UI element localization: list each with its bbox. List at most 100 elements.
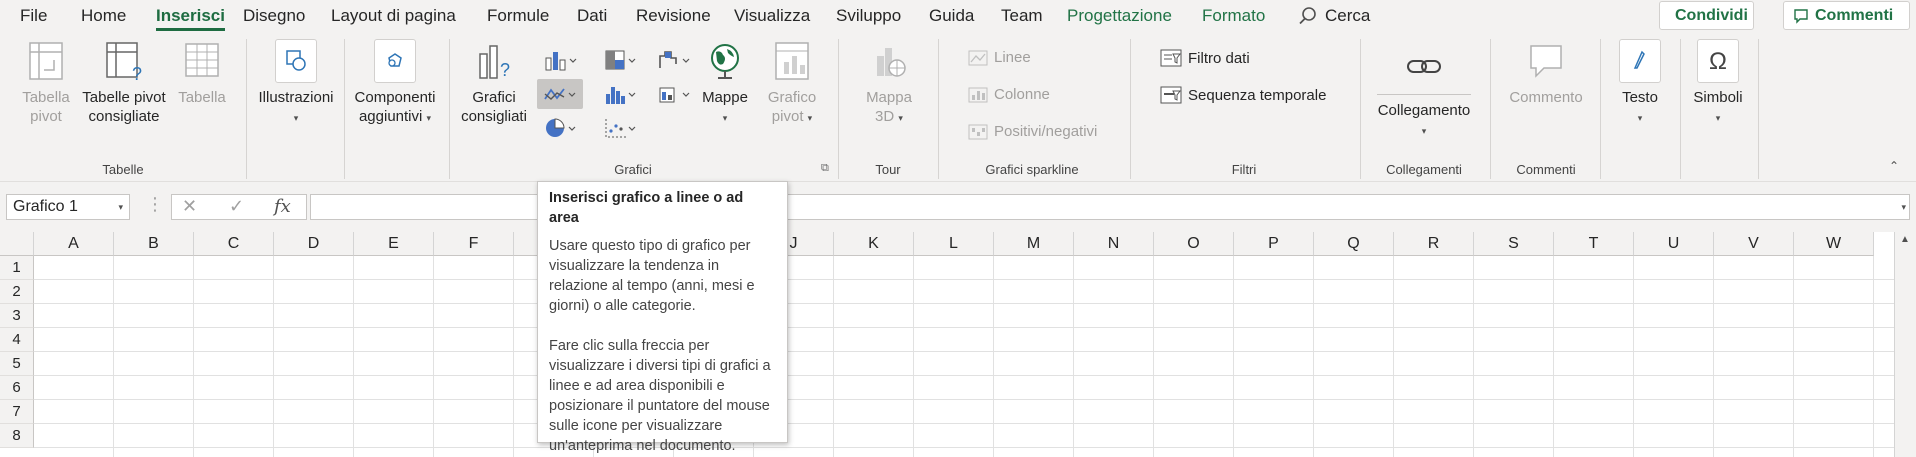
column-header-t[interactable]: T xyxy=(1554,232,1634,256)
tell-me-search[interactable]: Cerca xyxy=(1325,6,1370,26)
tab-inserisci[interactable]: Inserisci xyxy=(156,6,225,31)
select-all-corner[interactable] xyxy=(0,232,34,256)
illustrations-icon xyxy=(275,39,317,83)
tab-team[interactable]: Team xyxy=(1001,6,1043,26)
tab-sviluppo[interactable]: Sviluppo xyxy=(836,6,901,26)
column-header-w[interactable]: W xyxy=(1794,232,1874,256)
column-header-m[interactable]: M xyxy=(994,232,1074,256)
gridline-vertical xyxy=(513,256,514,457)
grafici-consigliati-button[interactable]: ? Grafici consigliati xyxy=(456,39,532,126)
collapse-ribbon-icon[interactable]: ⌃ xyxy=(1889,159,1899,173)
gridline-horizontal xyxy=(34,423,1894,424)
scroll-up-icon[interactable]: ▲ xyxy=(1900,234,1910,245)
tab-visualizza[interactable]: Visualizza xyxy=(734,6,810,26)
dialog-launcher-icon[interactable]: ⧉ xyxy=(821,162,829,175)
waterfall-chart-button[interactable] xyxy=(651,45,697,75)
pivot-chart-icon xyxy=(771,39,813,83)
tab-revisione[interactable]: Revisione xyxy=(636,6,711,26)
comments-button[interactable]: Commenti xyxy=(1783,1,1910,30)
tab-formule[interactable]: Formule xyxy=(487,6,549,26)
column-header-b[interactable]: B xyxy=(114,232,194,256)
grafici-consigliati-label-2: consigliati xyxy=(461,108,527,125)
tab-file[interactable]: File xyxy=(20,6,47,26)
line-area-chart-button[interactable] xyxy=(537,79,583,109)
tab-disegno[interactable]: Disegno xyxy=(243,6,305,26)
statistic-chart-icon xyxy=(606,87,636,104)
tabella-button[interactable]: Tabella xyxy=(170,39,234,107)
share-button[interactable]: Condividi xyxy=(1659,1,1754,30)
scatter-chart-button[interactable] xyxy=(597,113,643,143)
commento-button[interactable]: Commento xyxy=(1504,39,1588,107)
tab-dati[interactable]: Dati xyxy=(577,6,607,26)
sparkline-line-icon xyxy=(968,50,988,65)
expand-formula-icon[interactable]: ▾ xyxy=(1901,202,1906,213)
worksheet-grid[interactable]: ABCDEFGHIJKLMNOPQRSTUVW 12345678 ▲ xyxy=(0,232,1916,457)
column-header-c[interactable]: C xyxy=(194,232,274,256)
pie-chart-button[interactable] xyxy=(537,113,583,143)
column-header-a[interactable]: A xyxy=(34,232,114,256)
grafico-pivot-button[interactable]: Grafico pivot ▾ xyxy=(758,39,826,128)
column-header-k[interactable]: K xyxy=(834,232,914,256)
tab-guida[interactable]: Guida xyxy=(929,6,974,26)
group-separator xyxy=(1680,39,1681,179)
gridline-vertical xyxy=(1873,256,1874,457)
sparkline-linee-button[interactable]: Linee xyxy=(968,49,1031,66)
column-header-n[interactable]: N xyxy=(1074,232,1154,256)
componenti-aggiuntivi-button[interactable]: Componenti aggiuntivi ▾ xyxy=(350,39,440,128)
column-chart-button[interactable] xyxy=(537,45,583,75)
cancel-icon[interactable]: ✕ xyxy=(182,196,197,217)
column-header-e[interactable]: E xyxy=(354,232,434,256)
row-header-3[interactable]: 3 xyxy=(0,304,34,328)
line-chart-tooltip: Inserisci grafico a linee o ad area Usar… xyxy=(537,181,788,454)
gridline-vertical xyxy=(993,256,994,457)
row-header-7[interactable]: 7 xyxy=(0,400,34,424)
column-header-l[interactable]: L xyxy=(914,232,994,256)
chevron-down-icon: ▾ xyxy=(1421,126,1427,136)
row-header-1[interactable]: 1 xyxy=(0,256,34,280)
gridline-vertical xyxy=(1393,256,1394,457)
mappa-3d-button[interactable]: Mappa 3D ▾ xyxy=(852,39,926,128)
column-header-f[interactable]: F xyxy=(434,232,514,256)
row-header-5[interactable]: 5 xyxy=(0,352,34,376)
tab-home[interactable]: Home xyxy=(81,6,126,26)
row-header-2[interactable]: 2 xyxy=(0,280,34,304)
column-header-v[interactable]: V xyxy=(1714,232,1794,256)
column-header-r[interactable]: R xyxy=(1394,232,1474,256)
hierarchy-chart-button[interactable] xyxy=(597,45,643,75)
column-header-s[interactable]: S xyxy=(1474,232,1554,256)
mappe-button[interactable]: Mappe ▾ xyxy=(694,39,756,128)
collegamento-button[interactable]: Collegamento ▾ xyxy=(1372,45,1476,141)
search-icon[interactable] xyxy=(1296,4,1320,28)
name-box[interactable]: Grafico 1 ▾ xyxy=(6,194,130,220)
tab-layout-di-pagina[interactable]: Layout di pagina xyxy=(331,6,456,26)
group-label-collegamenti: Collegamenti xyxy=(1386,162,1462,177)
tabella-label: Tabella xyxy=(178,89,226,106)
combo-chart-button[interactable] xyxy=(651,79,697,109)
tab-formato[interactable]: Formato xyxy=(1202,6,1265,26)
column-header-q[interactable]: Q xyxy=(1314,232,1394,256)
tab-progettazione[interactable]: Progettazione xyxy=(1067,6,1172,26)
mappa-3d-label-2: 3D ▾ xyxy=(875,108,903,125)
tabelle-pivot-consigliate-button[interactable]: ? Tabelle pivot consigliate xyxy=(80,39,168,126)
sequenza-temporale-button[interactable]: Sequenza temporale xyxy=(1160,86,1326,104)
illustrazioni-button[interactable]: Illustrazioni ▾ xyxy=(254,39,338,128)
sparkline-colonne-button[interactable]: Colonne xyxy=(968,86,1050,103)
testo-button[interactable]: Testo ▾ xyxy=(1610,39,1670,128)
share-label: Condividi xyxy=(1675,6,1748,24)
column-header-o[interactable]: O xyxy=(1154,232,1234,256)
row-header-8[interactable]: 8 xyxy=(0,424,34,448)
filtro-dati-button[interactable]: Filtro dati xyxy=(1160,49,1250,67)
column-header-u[interactable]: U xyxy=(1634,232,1714,256)
vertical-scrollbar[interactable]: ▲ xyxy=(1894,232,1916,457)
sparkline-positivi-negativi-button[interactable]: Positivi/negativi xyxy=(968,123,1097,140)
tabella-pivot-button[interactable]: Tabella pivot xyxy=(14,39,78,126)
gridline-vertical xyxy=(113,256,114,457)
statistic-chart-button[interactable] xyxy=(597,79,643,109)
row-header-4[interactable]: 4 xyxy=(0,328,34,352)
column-header-p[interactable]: P xyxy=(1234,232,1314,256)
simboli-button[interactable]: Ω Simboli ▾ xyxy=(1688,39,1748,128)
column-header-d[interactable]: D xyxy=(274,232,354,256)
row-header-6[interactable]: 6 xyxy=(0,376,34,400)
insert-function-icon[interactable]: fx xyxy=(274,196,291,217)
enter-icon[interactable]: ✓ xyxy=(229,196,244,217)
